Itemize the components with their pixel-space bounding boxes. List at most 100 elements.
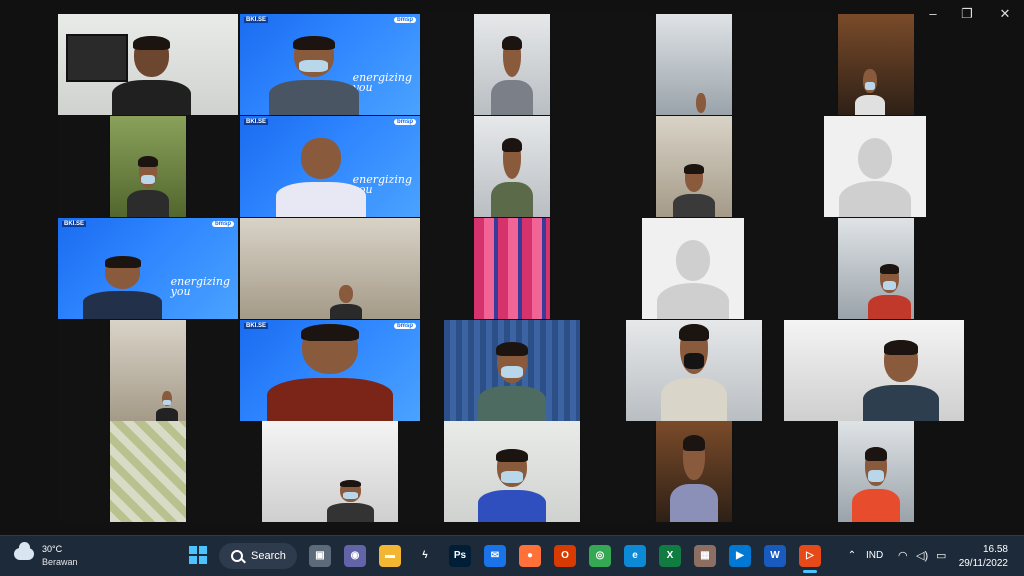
participant-video[interactable] [626, 320, 762, 421]
participant-avatar-placeholder[interactable] [824, 116, 926, 217]
edge-icon[interactable]: e [624, 545, 646, 567]
participant-person [276, 138, 366, 217]
video-gap [552, 14, 654, 115]
meet-video-icon[interactable]: ◉ [344, 545, 366, 567]
active-app-indicator [803, 570, 817, 573]
participant-video[interactable] [838, 421, 914, 522]
task-view-icon[interactable]: ▣ [309, 545, 331, 567]
video-gap [188, 421, 260, 522]
slogan-text: energizingyou [170, 274, 230, 298]
participant-person [267, 324, 393, 421]
avatar-head-icon [857, 138, 893, 179]
participant-video[interactable]: BKI.SE bmsp [240, 320, 420, 421]
excel-icon[interactable]: X [659, 545, 681, 567]
chevron-up-icon[interactable]: ⌃ [842, 536, 862, 576]
participant-person [155, 390, 179, 421]
participant-video[interactable] [838, 218, 914, 319]
firefox-icon[interactable]: ● [519, 545, 541, 567]
word-icon[interactable]: W [764, 545, 786, 567]
participant-video[interactable] [474, 116, 550, 217]
start-button[interactable] [189, 546, 207, 564]
video-gap [422, 320, 444, 421]
participant-video[interactable]: BKI.SE bmsp energizingyou [240, 14, 420, 115]
video-gap [552, 116, 654, 217]
participant-avatar-placeholder[interactable] [642, 218, 744, 319]
close-button[interactable]: ✕ [992, 4, 1018, 24]
video-gap [58, 320, 108, 421]
wifi-icon[interactable]: ◠ [898, 536, 908, 576]
cloud-icon [14, 542, 34, 560]
participant-video[interactable] [656, 14, 732, 115]
video-gap [582, 320, 626, 421]
participant-video[interactable]: BKI.SE bmsp energizingyou [58, 218, 238, 319]
participant-video[interactable] [656, 116, 732, 217]
participant-video[interactable] [262, 421, 398, 522]
chrome-icon[interactable]: ◎ [589, 545, 611, 567]
participant-video[interactable] [838, 14, 914, 115]
file-explorer-icon[interactable]: ▬ [379, 545, 401, 567]
participant-video[interactable] [240, 218, 420, 319]
photoshop-icon[interactable]: Ps [449, 545, 471, 567]
participant-person [661, 324, 727, 421]
video-gap [734, 116, 824, 217]
brand-logo-left: BKI.SE [244, 323, 269, 329]
participant-video[interactable] [656, 421, 732, 522]
meeting-window: – ❐ ✕ BKI.SE bmsp energizing you BKI.SE … [0, 0, 1024, 535]
participant-person [112, 36, 192, 115]
video-gap [422, 116, 472, 217]
participant-video[interactable] [58, 14, 238, 115]
search-button[interactable]: Search [219, 543, 297, 569]
photo-viewer-icon[interactable]: ▦ [694, 545, 716, 567]
video-gap [734, 421, 836, 522]
participant-person [126, 156, 170, 217]
gallery-row-4: BKI.SE bmsp [58, 320, 966, 421]
input-language-indicator[interactable]: IND [866, 536, 883, 576]
movies-icon[interactable]: ▶ [729, 545, 751, 567]
brand-logo-right: bmsp [393, 323, 416, 329]
brand-logo-right: bmsp [393, 17, 416, 23]
participant-person [83, 256, 163, 319]
participant-video[interactable] [110, 116, 186, 217]
participant-person [490, 138, 534, 217]
battery-icon[interactable]: ▭ [936, 536, 946, 576]
participant-video[interactable] [474, 218, 550, 319]
weather-description: Berawan [42, 557, 78, 567]
video-gap [422, 14, 472, 115]
mail-icon[interactable]: ✉ [484, 545, 506, 567]
participant-person [669, 435, 719, 522]
participant-person [689, 92, 712, 115]
video-gap [188, 320, 238, 421]
avatar-head-icon [675, 240, 711, 281]
participant-video[interactable]: BKI.SE bmsp energizingyou [240, 116, 420, 217]
search-icon [231, 550, 243, 562]
gallery-row-3: BKI.SE bmsp energizing you [58, 218, 966, 319]
brand-logo-right: bmsp [393, 119, 416, 125]
participant-person [863, 340, 939, 421]
video-gap [734, 14, 836, 115]
video-gallery: BKI.SE bmsp energizing you BKI.SE bmsp e… [58, 14, 966, 522]
participant-video[interactable] [110, 421, 186, 522]
participant-video[interactable] [110, 320, 186, 421]
windows-taskbar: 30°C Berawan Search ▣ ◉ ▬ ϟ Ps ✉ ● O ◎ e X ▦ ▶ W ▷ ⌃ I… [0, 535, 1024, 576]
volume-icon[interactable]: ◁) [916, 536, 928, 576]
participant-person [327, 479, 374, 522]
office-icon[interactable]: O [554, 545, 576, 567]
gallery-row-5 [58, 421, 966, 522]
gallery-row-1: BKI.SE bmsp energizing you [58, 14, 966, 115]
participant-video[interactable] [444, 320, 580, 421]
participant-video[interactable] [444, 421, 580, 522]
lightning-app-icon[interactable]: ϟ [414, 545, 436, 567]
participant-person [851, 447, 901, 522]
media-player-icon[interactable]: ▷ [799, 545, 821, 573]
participant-person [854, 68, 886, 115]
participant-person [868, 264, 911, 319]
clock-date[interactable]: 29/11/2022 [959, 558, 1008, 569]
search-label: Search [251, 550, 286, 562]
clock-time[interactable]: 16.58 [983, 544, 1008, 555]
brand-logo-left: BKI.SE [244, 17, 269, 23]
brand-logo-left: BKI.SE [62, 221, 87, 227]
participant-video[interactable] [474, 14, 550, 115]
participant-video[interactable] [784, 320, 964, 421]
participant-person [490, 36, 534, 115]
video-gap [764, 320, 784, 421]
